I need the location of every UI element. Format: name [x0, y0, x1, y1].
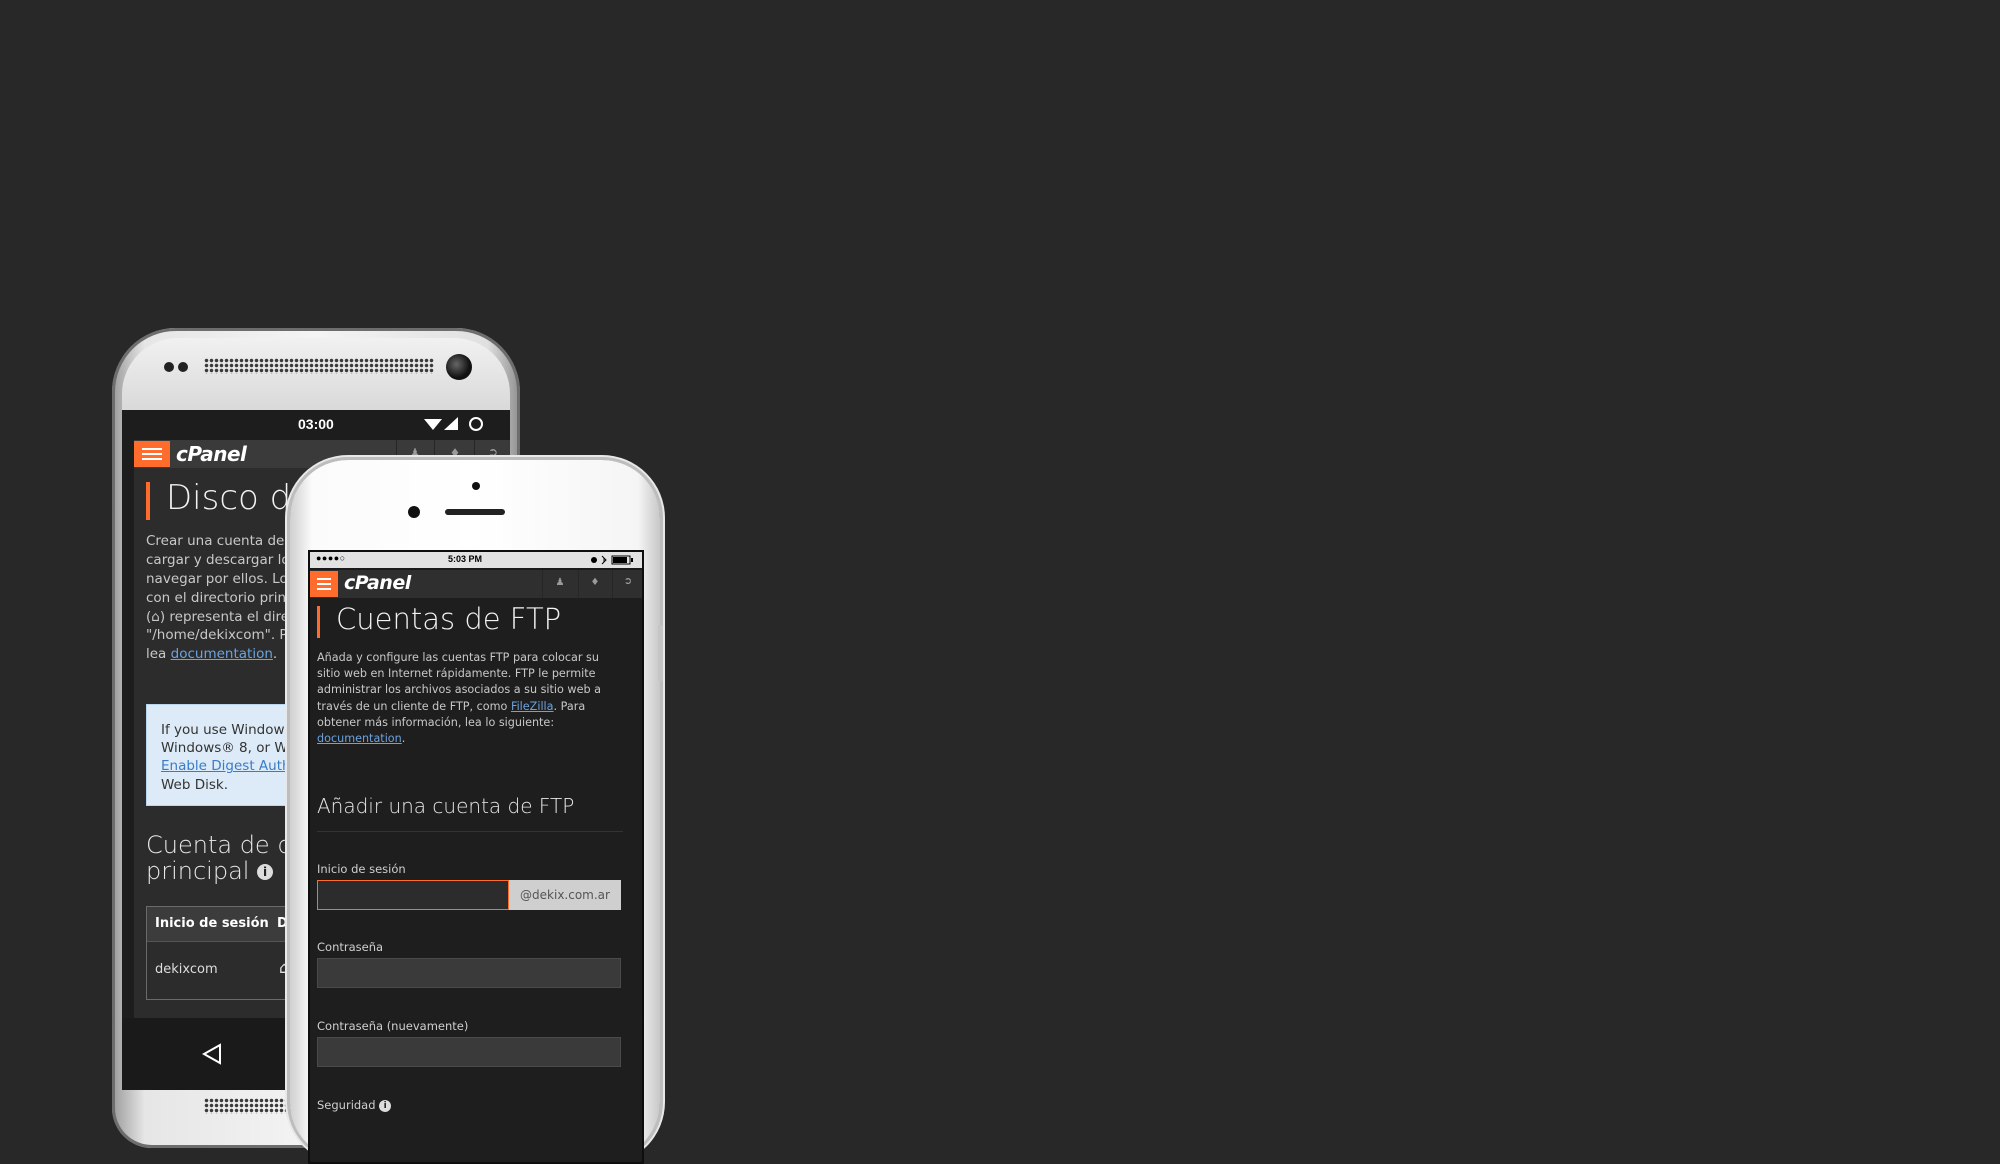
signal-dots-icon: ●●●●○ — [316, 553, 346, 563]
row-login: dekixcom — [155, 962, 218, 977]
light-sensor — [178, 362, 188, 372]
ios-page-title: Cuentas de FTP — [336, 602, 562, 636]
login-input[interactable] — [317, 880, 509, 910]
security-info-icon[interactable]: i — [379, 1099, 392, 1112]
home-dir-icon: ⌂ — [279, 958, 290, 977]
recents-circle-icon — [469, 417, 483, 431]
password-again-label: Contraseña (nuevamente) — [317, 1019, 469, 1033]
ios-bell-icon[interactable]: ♦ — [582, 577, 608, 588]
password-input[interactable] — [317, 958, 621, 988]
ios-status-bar: ●●●●○ 5:03 PM — [310, 552, 642, 568]
section-title: Cuenta de dis principal i — [146, 831, 312, 886]
documentation-link[interactable]: documentation — [171, 646, 273, 662]
bell-icon[interactable]: ♦ — [440, 446, 470, 460]
enable-digest-link[interactable]: Enable Digest Authe — [161, 757, 305, 775]
iphone-screen: ●●●●○ 5:03 PM cPanel ♟ ♦ ➲ Cuentas de FT… — [308, 550, 644, 1164]
cpanel-header-ios: cPanel ♟ ♦ ➲ — [310, 570, 642, 598]
password-again-input[interactable] — [317, 1037, 621, 1067]
filezilla-link[interactable]: FileZilla — [511, 700, 554, 713]
proximity-sensor — [164, 362, 174, 372]
ios-content: Cuentas de FTP Añada y configure las cue… — [310, 598, 642, 1162]
iphone-sensor — [472, 482, 480, 490]
back-icon[interactable] — [200, 1042, 224, 1066]
iphone-front-camera — [408, 506, 420, 518]
add-ftp-section-title: Añadir una cuenta de FTP — [317, 794, 575, 818]
logout-icon[interactable]: ➲ — [478, 445, 508, 459]
home-icon: ⌂ — [151, 608, 160, 625]
domain-suffix: @dekix.com.ar — [509, 880, 621, 910]
user-icon[interactable]: ♟ — [400, 446, 430, 460]
battery-icon — [591, 555, 633, 565]
password-label: Contraseña — [317, 940, 384, 954]
column-login: Inicio de sesión — [155, 916, 269, 931]
info-icon[interactable]: i — [257, 864, 274, 881]
security-label: Seguridad i — [317, 1098, 392, 1112]
status-time: 03:00 — [298, 416, 334, 432]
section-divider — [317, 831, 623, 832]
login-label: Inicio de sesión — [317, 862, 406, 876]
side-button — [658, 625, 663, 681]
title-accent — [146, 482, 150, 520]
ios-menu-button[interactable] — [310, 571, 338, 597]
ios-status-time: 5:03 PM — [448, 554, 483, 564]
ios-page-description: Añada y configure las cuentas FTP para c… — [317, 651, 601, 746]
cpanel-logo: cPanel — [176, 442, 247, 466]
ios-cpanel-logo: cPanel — [344, 572, 411, 594]
ios-title-accent — [317, 606, 320, 638]
signal-wifi-icon — [424, 417, 458, 430]
ios-user-icon[interactable]: ♟ — [546, 577, 574, 588]
top-speaker-grille — [204, 358, 434, 374]
column-directory: D — [277, 916, 288, 931]
menu-button[interactable] — [134, 441, 170, 467]
android-status-bar: 03:00 — [122, 410, 510, 440]
iphone-earpiece — [445, 509, 505, 515]
ios-documentation-link[interactable]: documentation — [317, 732, 402, 745]
front-camera — [446, 354, 472, 380]
iphone: ●●●●○ 5:03 PM cPanel ♟ ♦ ➲ Cuentas de FT… — [290, 460, 663, 1164]
ios-logout-icon[interactable]: ➲ — [614, 576, 642, 587]
